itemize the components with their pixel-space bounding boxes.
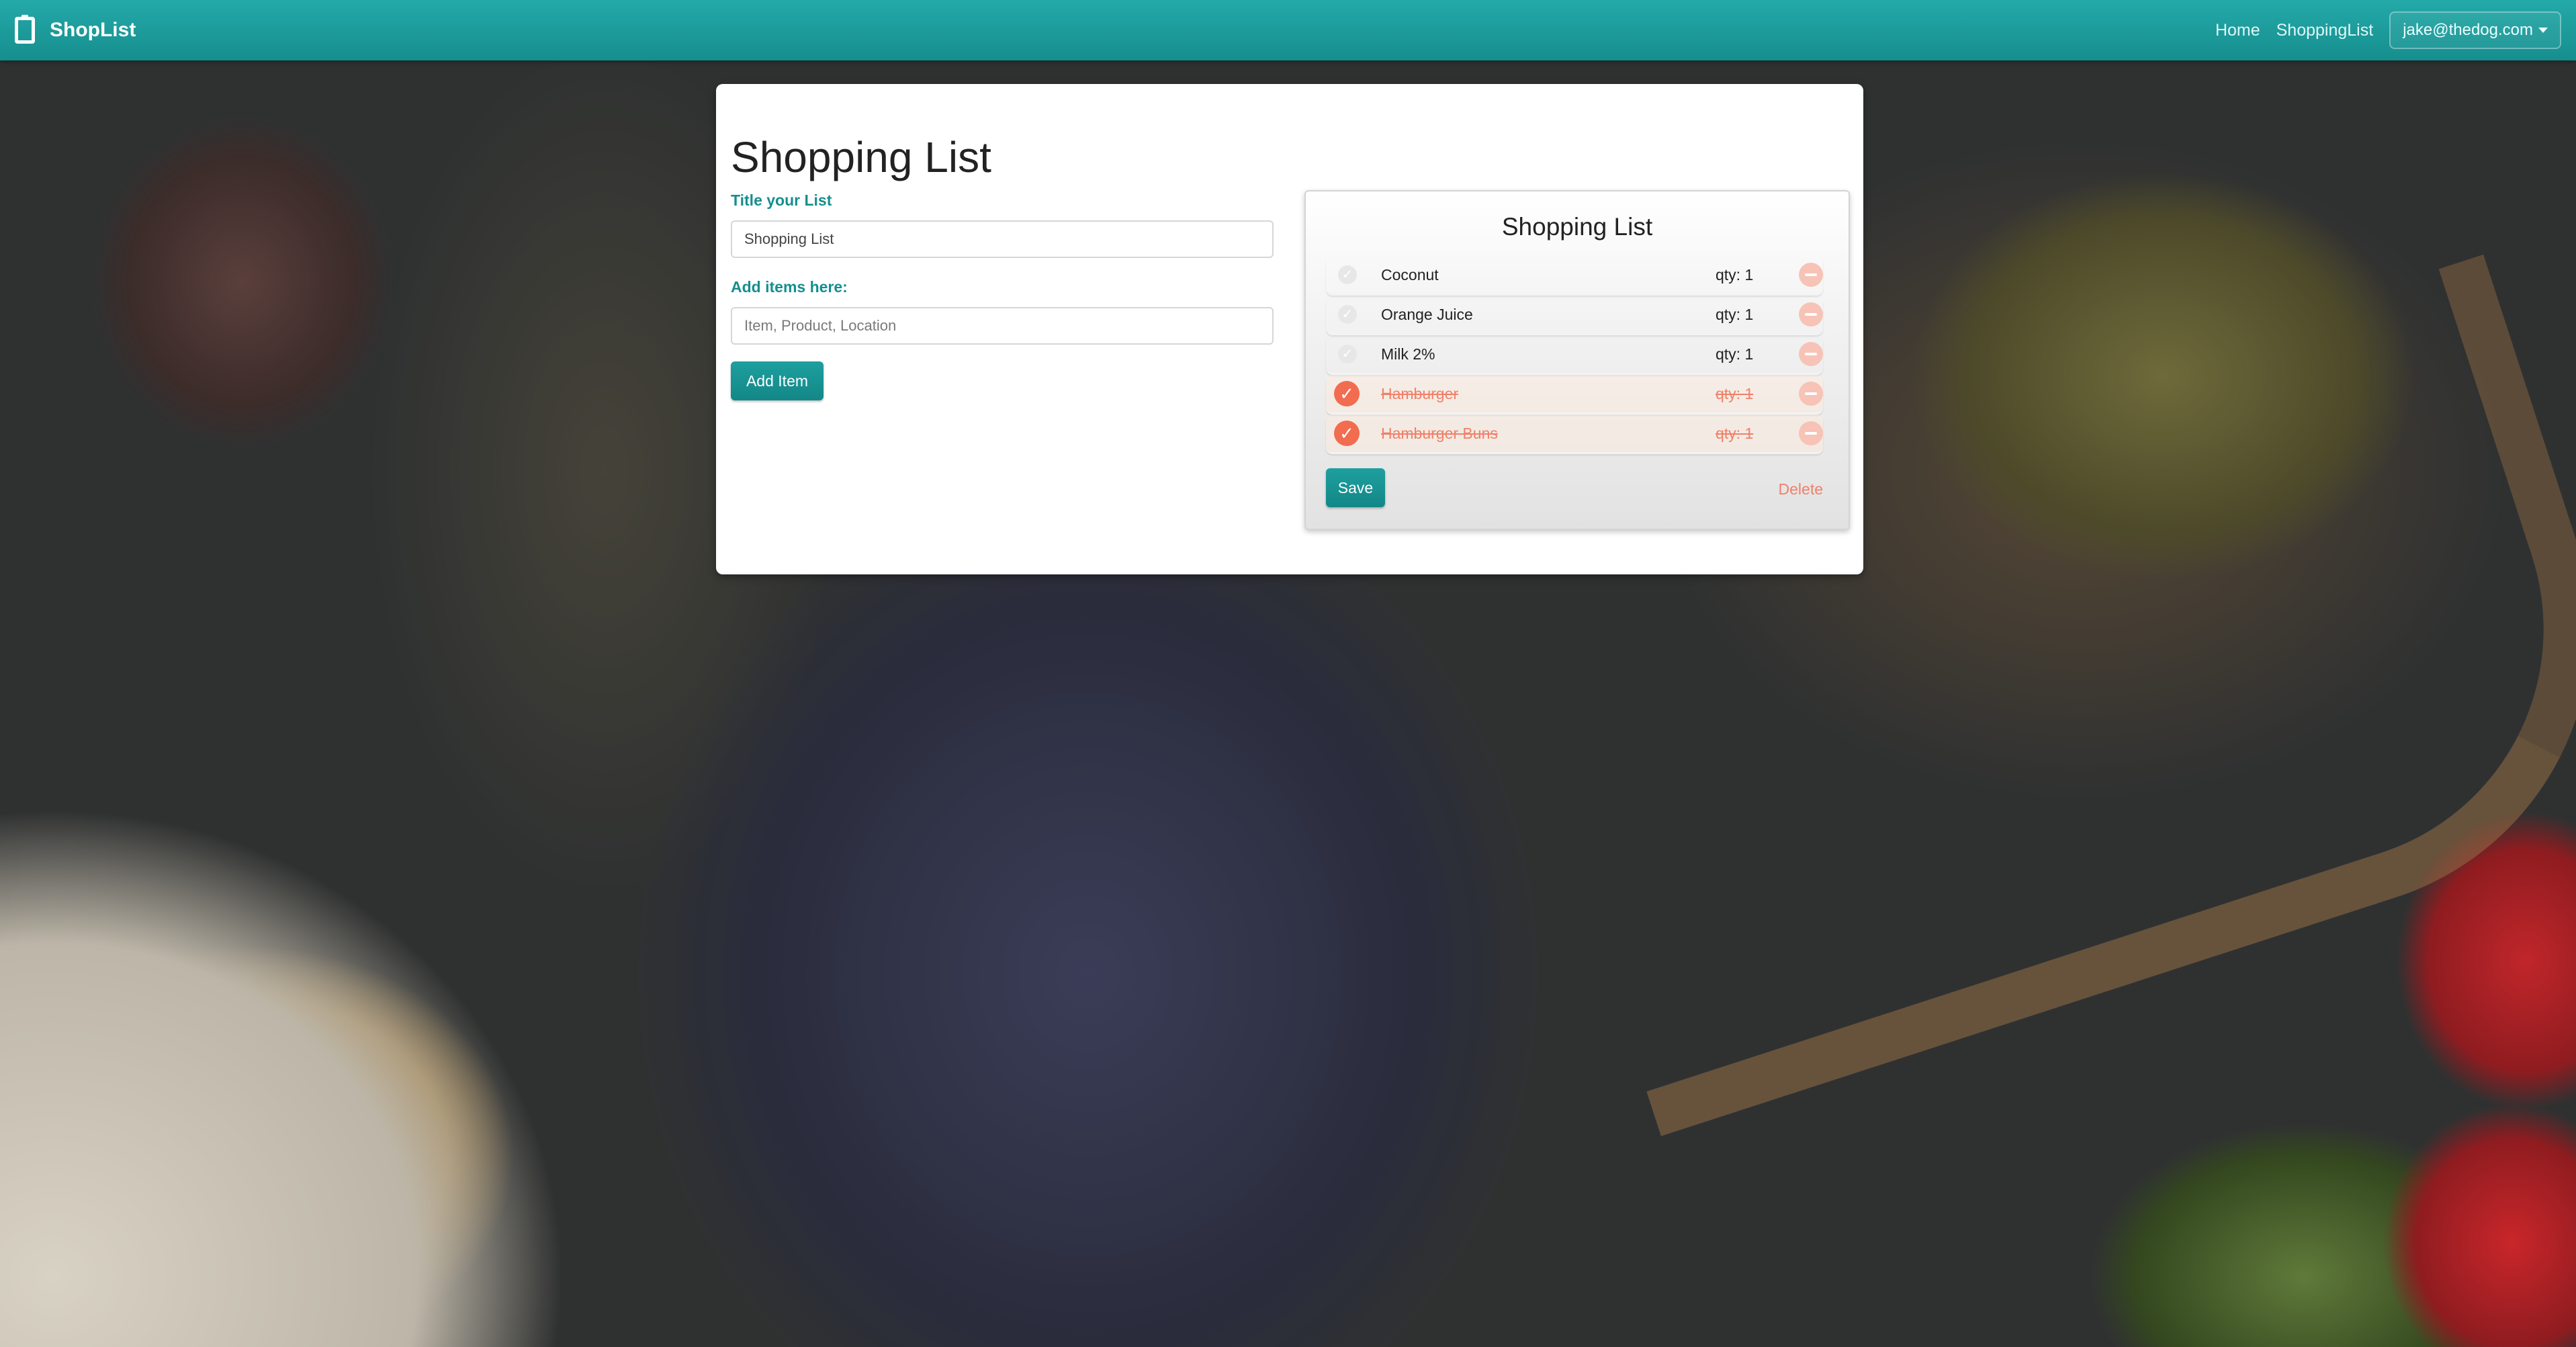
item-qty: qty: 1 [1716, 384, 1754, 402]
nav-link-home[interactable]: Home [2215, 21, 2260, 40]
item-qty: qty: 1 [1716, 265, 1754, 284]
item-name: Coconut [1381, 265, 1439, 284]
item-name: Hamburger [1381, 384, 1459, 402]
list-title: Shopping List [1501, 213, 1653, 241]
check-icon[interactable]: ✓ [1338, 345, 1357, 363]
page-title: Shopping List [731, 133, 991, 181]
user-dropdown[interactable]: jake@thedog.com [2389, 11, 2561, 49]
list-item-checked: ✓ Hamburger qty: 1 [1326, 375, 1823, 415]
caret-down-icon [2538, 28, 2548, 33]
remove-icon[interactable] [1799, 263, 1823, 287]
clipboard-icon [15, 15, 35, 44]
user-email: jake@thedog.com [2403, 21, 2533, 39]
nav-links: Home ShoppingList jake@thedog.com [2215, 9, 2561, 51]
item-name: Milk 2% [1381, 345, 1435, 363]
shopping-list-panel: Shopping List ✓ Coconut qty: 1 ✓ Orange … [1304, 190, 1850, 530]
remove-icon[interactable] [1799, 421, 1823, 445]
list-item: ✓ Orange Juice qty: 1 [1326, 296, 1823, 335]
item-qty: qty: 1 [1716, 424, 1754, 442]
title-label: Title your List [731, 191, 832, 209]
title-input[interactable] [731, 220, 1274, 258]
navbar: ShopList Home ShoppingList jake@thedog.c… [0, 0, 2576, 60]
brand[interactable]: ShopList [15, 15, 136, 46]
check-icon[interactable]: ✓ [1338, 265, 1357, 284]
check-icon[interactable]: ✓ [1334, 381, 1360, 406]
item-name: Orange Juice [1381, 305, 1473, 323]
items-label: Add items here: [731, 278, 848, 296]
remove-icon[interactable] [1799, 342, 1823, 366]
main-card: Shopping List Title your List Add items … [716, 84, 1863, 574]
list-item: ✓ Milk 2% qty: 1 [1326, 335, 1823, 375]
list-item: ✓ Coconut qty: 1 [1326, 256, 1823, 296]
delete-link[interactable]: Delete [1779, 480, 1823, 498]
item-name: Hamburger Buns [1381, 424, 1498, 442]
item-list: ✓ Coconut qty: 1 ✓ Orange Juice qty: 1 ✓… [1326, 256, 1823, 454]
nav-link-shoppinglist[interactable]: ShoppingList [2276, 21, 2374, 40]
add-item-button[interactable]: Add Item [731, 361, 824, 400]
save-button[interactable]: Save [1326, 468, 1385, 507]
item-input[interactable] [731, 307, 1274, 345]
item-qty: qty: 1 [1716, 305, 1754, 323]
remove-icon[interactable] [1799, 302, 1823, 327]
list-item-checked: ✓ Hamburger Buns qty: 1 [1326, 415, 1823, 454]
check-icon[interactable]: ✓ [1338, 305, 1357, 324]
check-icon[interactable]: ✓ [1334, 421, 1360, 446]
brand-name: ShopList [50, 19, 136, 41]
item-qty: qty: 1 [1716, 345, 1754, 363]
remove-icon[interactable] [1799, 382, 1823, 406]
